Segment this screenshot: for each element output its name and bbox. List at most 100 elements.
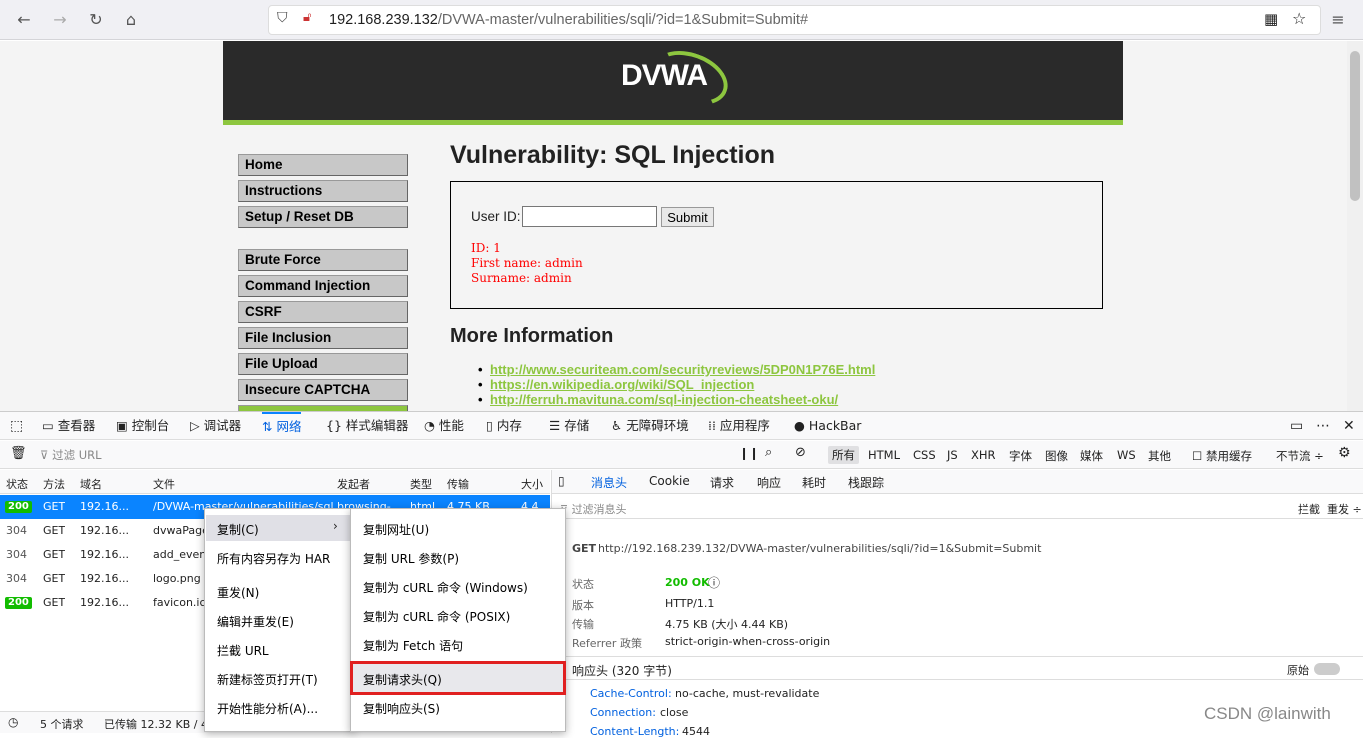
menu-instructions[interactable]: Instructions bbox=[238, 180, 408, 202]
copy-fetch[interactable]: 复制为 Fetch 语句 bbox=[363, 637, 463, 654]
tab-timings[interactable]: 耗时 bbox=[802, 474, 826, 491]
reload-icon[interactable]: ↻ bbox=[84, 8, 108, 32]
filter-ws[interactable]: WS bbox=[1117, 448, 1136, 462]
filter-other[interactable]: 其他 bbox=[1148, 448, 1171, 464]
tab-headers[interactable]: 消息头 bbox=[591, 474, 627, 491]
filter-xhr[interactable]: XHR bbox=[971, 448, 996, 462]
menu-home[interactable]: Home bbox=[238, 154, 408, 176]
menu-copy[interactable]: 复制(C) bbox=[217, 521, 259, 538]
address-bar[interactable]: ⛉ 🔓︎ 192.168.239.132/DVWA-master/vulnera… bbox=[268, 5, 1321, 35]
help-icon[interactable]: ⓘ bbox=[708, 574, 720, 591]
transfer-value: 4.75 KB (大小 4.44 KB) bbox=[665, 618, 789, 631]
page-scrollbar[interactable] bbox=[1347, 41, 1363, 411]
tab-accessibility[interactable]: ♿ 无障碍环境 bbox=[611, 412, 689, 440]
tab-request[interactable]: 请求 bbox=[710, 474, 734, 491]
tab-hackbar[interactable]: ● HackBar bbox=[794, 412, 861, 440]
menu-save-har[interactable]: 所有内容另存为 HAR bbox=[217, 550, 330, 567]
menu-edit-resend[interactable]: 编辑并重发(E) bbox=[217, 613, 294, 630]
tab-storage[interactable]: ☰ 存储 bbox=[549, 412, 589, 440]
throttle-select[interactable]: 不节流 ÷ bbox=[1276, 448, 1324, 464]
link-wikipedia[interactable]: https://en.wikipedia.org/wiki/SQL_inject… bbox=[478, 377, 754, 392]
trash-icon[interactable]: 🗑︎ bbox=[10, 446, 27, 461]
menu-csrf[interactable]: CSRF bbox=[238, 301, 408, 323]
menu-file-upload[interactable]: File Upload bbox=[238, 353, 408, 375]
col-domain[interactable]: 域名 bbox=[80, 476, 102, 492]
col-file[interactable]: 文件 bbox=[153, 476, 175, 492]
more-options-icon[interactable]: ⋯ bbox=[1316, 412, 1330, 440]
col-size[interactable]: 大小 bbox=[521, 476, 543, 492]
menu-start-profiling[interactable]: 开始性能分析(A)... bbox=[217, 700, 318, 717]
menu-brute-force[interactable]: Brute Force bbox=[238, 249, 408, 271]
page-title: Vulnerability: SQL Injection bbox=[450, 141, 776, 169]
link-ferruh[interactable]: http://ferruh.mavituna.com/sql-injection… bbox=[478, 392, 838, 407]
tab-network[interactable]: ⇅ 网络 bbox=[262, 412, 302, 440]
bookmark-star-icon[interactable]: ☆ bbox=[1292, 9, 1306, 28]
menu-setup[interactable]: Setup / Reset DB bbox=[238, 206, 408, 228]
sidebar-toggle-icon[interactable]: ▯ bbox=[558, 474, 565, 488]
tab-console[interactable]: ▣ 控制台 bbox=[116, 412, 169, 440]
headers-filter[interactable]: ⊽ 过滤消息头 拦截 重发 ÷ bbox=[552, 495, 1363, 519]
copy-curl-posix[interactable]: 复制为 cURL 命令 (POSIX) bbox=[363, 608, 510, 625]
block-icon[interactable]: ⊘ bbox=[795, 445, 806, 460]
copy-request-headers[interactable]: 复制请求头(Q) bbox=[363, 671, 442, 688]
menu-block-url[interactable]: 拦截 URL bbox=[217, 642, 269, 659]
filter-images[interactable]: 图像 bbox=[1045, 448, 1068, 464]
tab-stack-trace[interactable]: 栈跟踪 bbox=[848, 474, 884, 491]
tab-response[interactable]: 响应 bbox=[757, 474, 781, 491]
referrer-value: strict-origin-when-cross-origin bbox=[665, 635, 831, 648]
user-id-input[interactable] bbox=[522, 206, 657, 227]
filter-css[interactable]: CSS bbox=[913, 448, 936, 462]
disable-cache-checkbox[interactable]: ☐ 禁用缓存 bbox=[1192, 448, 1252, 464]
dock-icon[interactable]: ▭ bbox=[1290, 412, 1303, 440]
tab-style-editor[interactable]: {} 样式编辑器 bbox=[326, 412, 408, 440]
header-key: Connection: bbox=[590, 706, 656, 719]
tab-inspector[interactable]: ▭ 查看器 bbox=[42, 412, 95, 440]
home-icon[interactable]: ⌂ bbox=[119, 8, 143, 32]
close-icon[interactable]: ✕ bbox=[1343, 412, 1355, 440]
tab-application[interactable]: ⁞⁞ 应用程序 bbox=[708, 412, 770, 440]
filter-all[interactable]: 所有 bbox=[828, 446, 859, 464]
summary-key: 版本 bbox=[572, 599, 594, 612]
menu-icon[interactable]: ≡ bbox=[1326, 8, 1350, 32]
filter-fonts[interactable]: 字体 bbox=[1009, 448, 1032, 464]
col-status[interactable]: 状态 bbox=[6, 476, 28, 492]
response-headers-title: 响应头 (320 字节) bbox=[572, 664, 672, 678]
qr-code-icon[interactable]: ▦ bbox=[1264, 10, 1278, 28]
search-icon[interactable]: ⌕ bbox=[765, 445, 772, 460]
filter-media[interactable]: 媒体 bbox=[1080, 448, 1103, 464]
menu-resend[interactable]: 重发(N) bbox=[217, 584, 259, 601]
filter-html[interactable]: HTML bbox=[868, 448, 900, 462]
menu-file-inclusion[interactable]: File Inclusion bbox=[238, 327, 408, 349]
col-initiator[interactable]: 发起者 bbox=[337, 476, 370, 492]
submit-button[interactable]: Submit bbox=[661, 207, 714, 227]
forward-icon[interactable]: → bbox=[48, 8, 72, 32]
raw-toggle[interactable] bbox=[1314, 663, 1340, 675]
pause-icon[interactable]: ❙❙ bbox=[739, 446, 759, 460]
tab-memory[interactable]: ▯ 内存 bbox=[486, 412, 522, 440]
settings-gear-icon[interactable]: ⚙ bbox=[1338, 445, 1351, 461]
filter-headers-input[interactable]: ⊽ 过滤消息头 bbox=[560, 501, 627, 517]
menu-command-injection[interactable]: Command Injection bbox=[238, 275, 408, 297]
copy-curl-windows[interactable]: 复制为 cURL 命令 (Windows) bbox=[363, 579, 528, 596]
filter-js[interactable]: JS bbox=[947, 448, 958, 462]
back-icon[interactable]: ← bbox=[12, 8, 36, 32]
request-count: 5 个请求 bbox=[40, 718, 84, 731]
copy-url[interactable]: 复制网址(U) bbox=[363, 521, 429, 538]
tab-performance[interactable]: ◔ 性能 bbox=[424, 412, 464, 440]
picker-icon[interactable]: ⬚ bbox=[10, 412, 23, 440]
filter-url-input[interactable]: ⊽ 过滤 URL bbox=[40, 447, 102, 463]
tab-debugger[interactable]: ▷ 调试器 bbox=[190, 412, 241, 440]
resend-button[interactable]: 重发 ÷ bbox=[1327, 501, 1362, 517]
copy-url-params[interactable]: 复制 URL 参数(P) bbox=[363, 550, 459, 567]
col-transfer[interactable]: 传输 bbox=[447, 476, 469, 492]
link-securiteam[interactable]: http://www.securiteam.com/securityreview… bbox=[478, 362, 875, 377]
response-headers-section[interactable]: 响应头 (320 字节) 原始 bbox=[552, 656, 1363, 680]
context-menu: 复制(C) › 所有内容另存为 HAR 重发(N) 编辑并重发(E) 拦截 UR… bbox=[204, 508, 354, 732]
block-button[interactable]: 拦截 bbox=[1298, 501, 1320, 517]
col-type[interactable]: 类型 bbox=[410, 476, 432, 492]
menu-insecure-captcha[interactable]: Insecure CAPTCHA bbox=[238, 379, 408, 401]
copy-response-headers[interactable]: 复制响应头(S) bbox=[363, 700, 440, 717]
menu-open-new-tab[interactable]: 新建标签页打开(T) bbox=[217, 671, 318, 688]
tab-cookies[interactable]: Cookie bbox=[649, 474, 690, 488]
col-method[interactable]: 方法 bbox=[43, 476, 65, 492]
